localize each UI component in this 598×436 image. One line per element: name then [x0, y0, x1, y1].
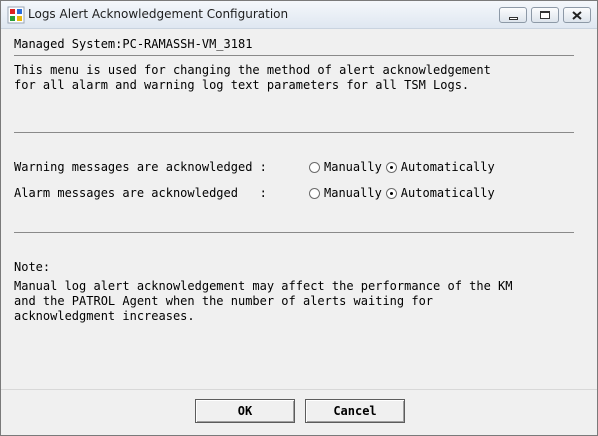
footer-divider	[1, 389, 597, 390]
alarm-manually-option[interactable]: Manually	[309, 186, 382, 201]
alarm-automatically-radio[interactable]	[385, 187, 397, 199]
warning-ack-label: Warning messages are acknowledged :	[14, 159, 267, 174]
alarm-automatically-option[interactable]: Automatically	[385, 186, 495, 201]
divider	[14, 55, 574, 56]
maximize-icon	[540, 11, 550, 19]
close-icon	[572, 10, 582, 20]
divider	[14, 232, 574, 233]
warning-automatically-label[interactable]: Automatically	[401, 160, 495, 175]
cancel-button[interactable]: Cancel	[305, 399, 405, 423]
warning-automatically-option[interactable]: Automatically	[385, 160, 495, 175]
managed-system-label: Managed System:PC-RAMASSH-VM_3181	[14, 37, 253, 51]
dialog-window: Logs Alert Acknowledgement Configuration…	[0, 0, 598, 436]
alarm-manually-radio[interactable]	[309, 187, 320, 199]
maximize-button[interactable]	[531, 7, 559, 23]
warning-ack-row: Warning messages are acknowledged : Manu…	[14, 159, 499, 175]
close-button[interactable]	[563, 7, 591, 23]
alarm-ack-row: Alarm messages are acknowledged : Manual…	[14, 185, 499, 201]
warning-manually-option[interactable]: Manually	[309, 160, 382, 175]
alarm-ack-label: Alarm messages are acknowledged :	[14, 185, 267, 200]
window-title: Logs Alert Acknowledgement Configuration	[28, 7, 289, 21]
alarm-manually-label[interactable]: Manually	[324, 186, 382, 201]
dialog-body: Managed System:PC-RAMASSH-VM_3181 This m…	[1, 29, 597, 389]
ok-button[interactable]: OK	[195, 399, 295, 423]
minimize-button[interactable]	[499, 7, 527, 23]
alarm-automatically-label[interactable]: Automatically	[401, 186, 495, 201]
warning-automatically-radio[interactable]	[385, 161, 397, 173]
divider	[14, 132, 574, 133]
note-title: Note:	[14, 260, 51, 274]
description-text: This menu is used for changing the metho…	[14, 63, 491, 92]
warning-manually-radio[interactable]	[309, 161, 320, 173]
patrol-app-icon	[7, 6, 25, 24]
note-text: Manual log alert acknowledgement may aff…	[14, 279, 513, 323]
title-bar[interactable]: Logs Alert Acknowledgement Configuration	[1, 1, 597, 29]
minimize-icon	[508, 16, 518, 20]
warning-manually-label[interactable]: Manually	[324, 160, 382, 175]
